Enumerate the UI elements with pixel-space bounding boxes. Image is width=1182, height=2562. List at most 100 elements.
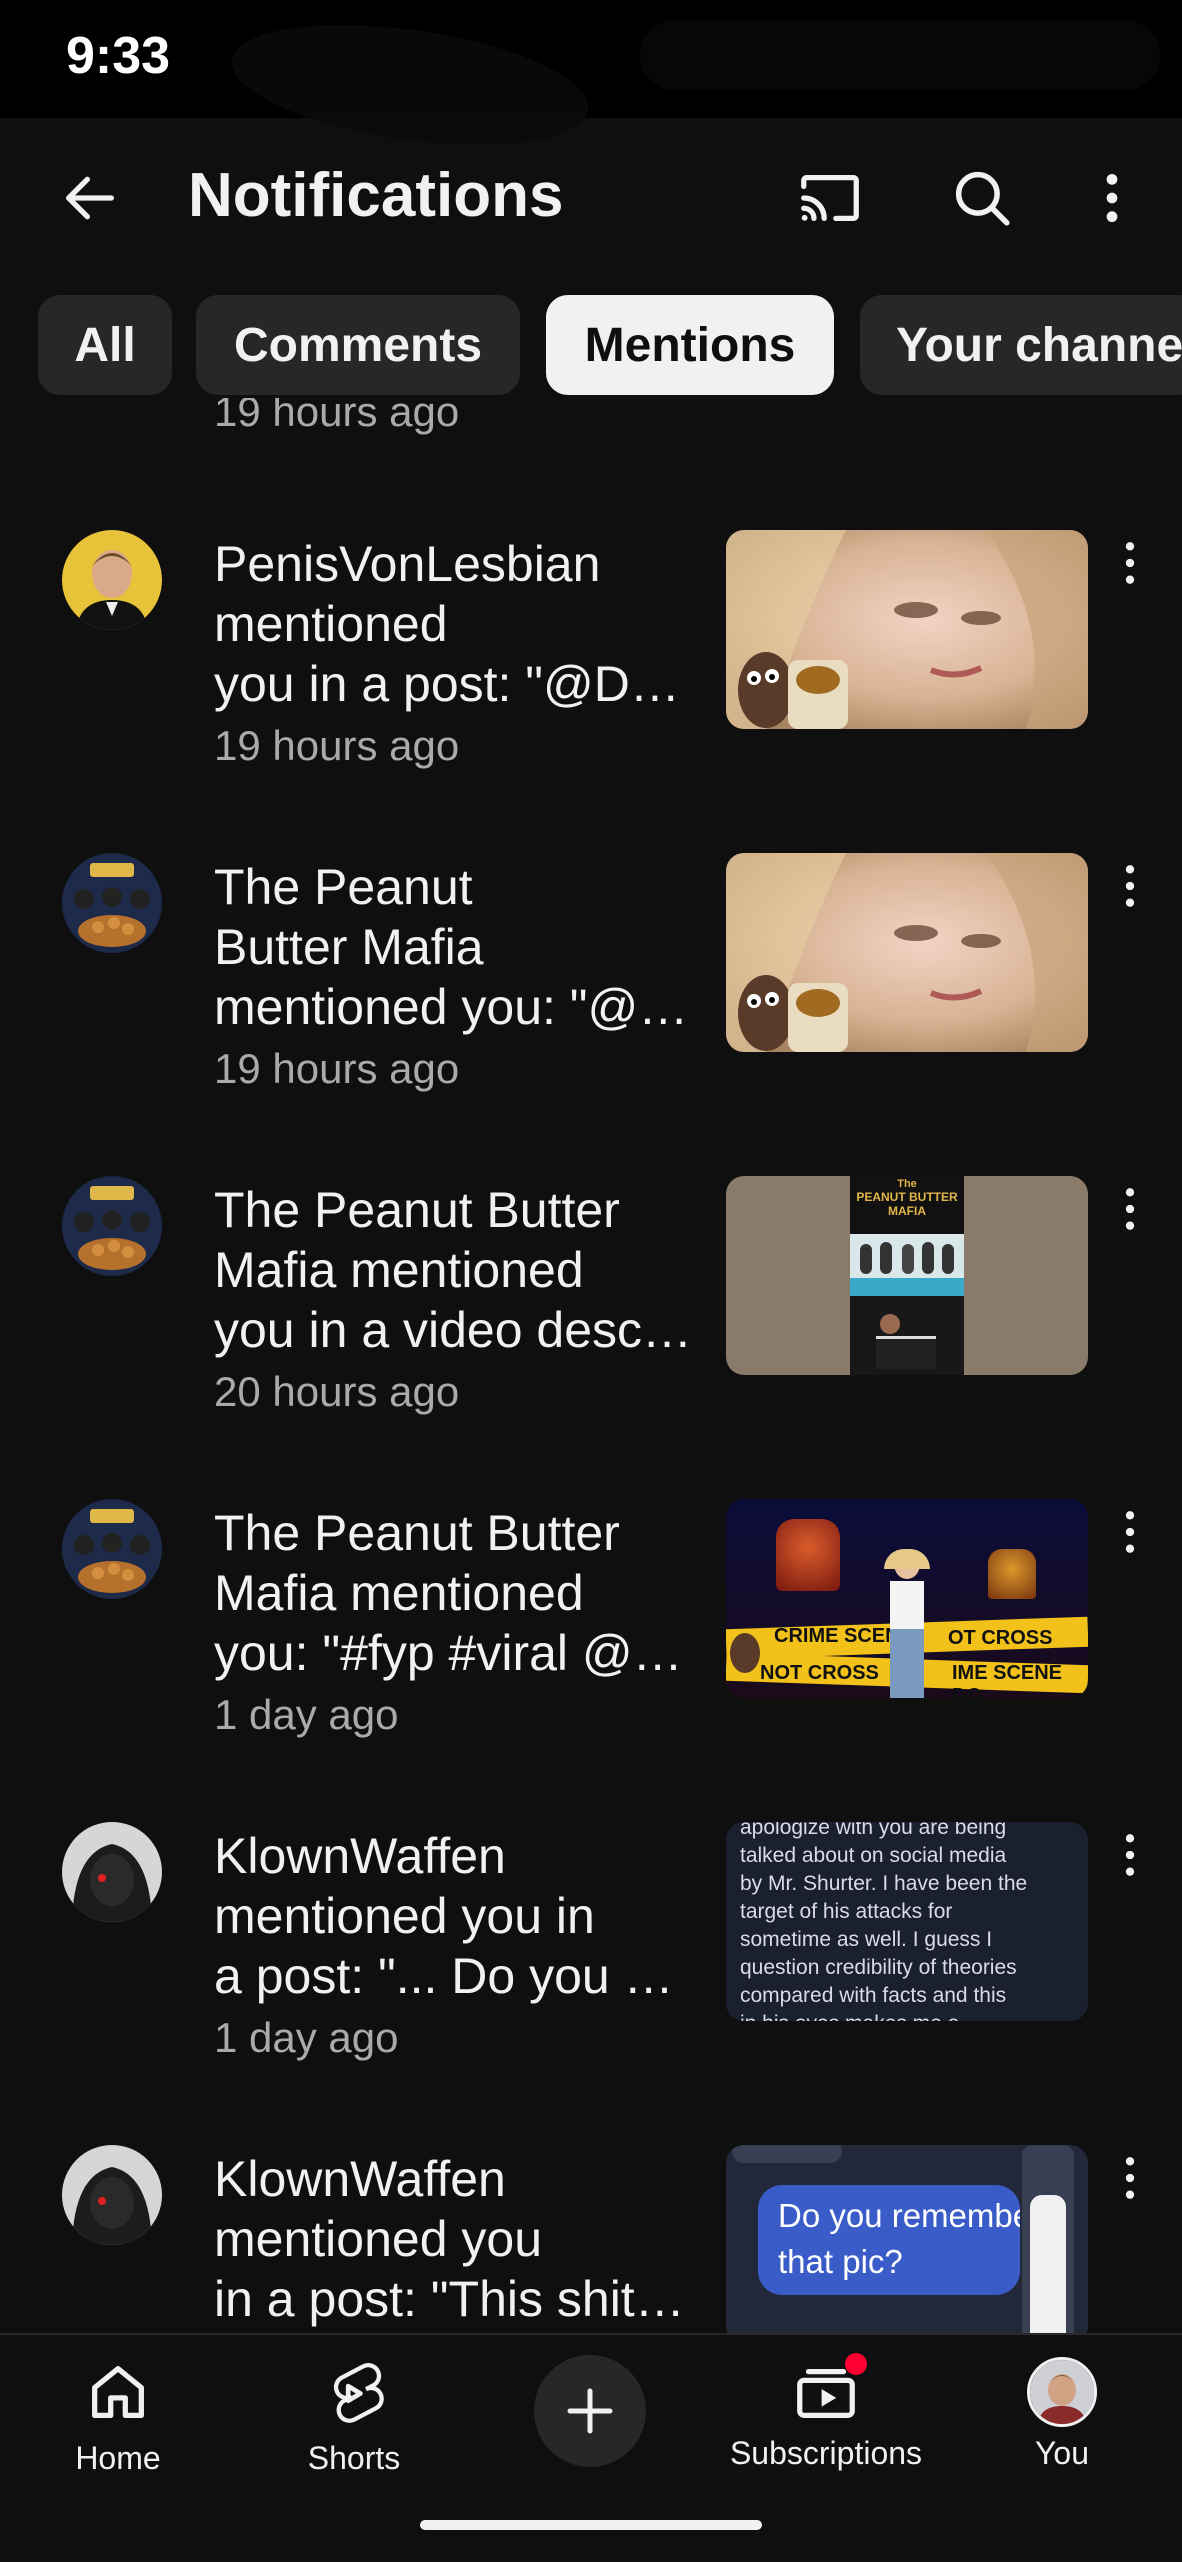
- create-button[interactable]: [534, 2355, 646, 2467]
- tape-text: OT CROSS: [948, 1627, 1053, 1649]
- notification-text: in a post: "This shit…: [214, 2271, 685, 2327]
- app-bar: Notifications: [0, 118, 1182, 278]
- search-button[interactable]: [938, 154, 1026, 242]
- notification-text: Mafia mentioned: [214, 1242, 584, 1298]
- chat-bubble-text: that pic?: [778, 2243, 903, 2280]
- avatar: [1027, 2357, 1097, 2427]
- notification-list: 19 hours ago PenisVonLesbian mentioned y…: [0, 398, 1182, 2333]
- notification-text: mentioned: [214, 596, 448, 652]
- notification-text: a post: "... Do you w…: [214, 1948, 704, 2004]
- notification-text: KlownWaffen: [214, 2151, 506, 2207]
- avatar: [62, 1176, 162, 1276]
- notification-text: KlownWaffen: [214, 1828, 506, 1884]
- arrow-left-icon: [66, 176, 114, 220]
- status-time: 9:33: [66, 27, 171, 85]
- post-thumbnail[interactable]: [726, 853, 1088, 1052]
- shorts-icon: [333, 2363, 384, 2423]
- notification-text: Butter Mafia: [214, 919, 484, 975]
- nav-you[interactable]: You: [962, 2357, 1162, 2472]
- bottom-navigation: Home Shorts Subscriptions You: [0, 2333, 1182, 2562]
- notification-item[interactable]: The Peanut Butter Mafia mentioned you: "…: [0, 1499, 1182, 1822]
- chip-all[interactable]: All: [38, 295, 172, 395]
- time-ago: 1 day ago: [214, 2014, 399, 2061]
- video-thumbnail[interactable]: The PEANUT BUTTER MAFIA: [726, 1176, 1088, 1375]
- notification-text: mentioned you: "@…: [214, 979, 689, 1035]
- chip-your-channel[interactable]: Your channe: [860, 295, 1182, 395]
- avatar: [62, 1822, 162, 1922]
- notification-item[interactable]: KlownWaffen mentioned you in a post: "Th…: [0, 2145, 1182, 2333]
- more-vertical-icon[interactable]: [1110, 861, 1150, 911]
- tape-text: NOT CROSS: [760, 1662, 879, 1684]
- nav-label: Shorts: [307, 2440, 401, 2476]
- page-title: Notifications: [188, 161, 564, 230]
- avatar: [62, 2145, 162, 2245]
- post-text: in his eyes makes me a: [740, 2010, 1080, 2021]
- notification-text: PenisVonLesbian: [214, 536, 601, 592]
- notification-text: The Peanut: [214, 859, 473, 915]
- cast-button[interactable]: [786, 154, 874, 242]
- status-bar: 9:33: [0, 0, 1182, 165]
- post-thumbnail[interactable]: [726, 530, 1088, 729]
- notification-text: you in a post: "@Da…: [214, 656, 704, 712]
- notification-text: The Peanut Butter: [214, 1505, 620, 1561]
- home-icon: [92, 2366, 144, 2418]
- time-ago: 1 day ago: [214, 1691, 399, 1738]
- more-vertical-icon: [1106, 173, 1118, 223]
- back-button[interactable]: [50, 158, 130, 238]
- video-thumbnail[interactable]: CRIME SCENE OT CROSS NOT CROSS IME SCENE…: [726, 1499, 1088, 1698]
- time-ago: 20 hours ago: [214, 1368, 460, 1415]
- chip-mentions[interactable]: Mentions: [546, 295, 834, 395]
- notification-text: mentioned you: [214, 2211, 543, 2267]
- nav-shorts[interactable]: Shorts: [254, 2357, 454, 2477]
- notification-item[interactable]: PenisVonLesbian mentioned you in a post:…: [0, 530, 1182, 853]
- more-vertical-icon[interactable]: [1110, 1507, 1150, 1557]
- notification-badge: [845, 2353, 867, 2375]
- notification-text: mentioned you in: [214, 1888, 595, 1944]
- post-thumbnail[interactable]: Do you remembe that pic?: [726, 2145, 1088, 2333]
- post-text: compared with facts and this: [740, 1984, 1007, 2007]
- time-ago: 19 hours ago: [214, 722, 460, 769]
- search-icon: [955, 171, 1010, 226]
- post-text: target of his attacks for: [740, 1900, 953, 1923]
- more-vertical-icon[interactable]: [1110, 538, 1150, 588]
- post-text: by Mr. Shurter. I have been the: [740, 1872, 1028, 1895]
- gesture-home-bar[interactable]: [420, 2520, 762, 2530]
- nav-label: Home: [75, 2440, 161, 2476]
- post-text: apologize with you are being: [740, 1822, 1007, 1839]
- nav-label: Subscriptions: [729, 2435, 923, 2471]
- post-text: question credibility of theories: [740, 1956, 1017, 1979]
- post-text: talked about on social media: [740, 1844, 1007, 1867]
- nav-label: You: [1035, 2435, 1089, 2471]
- thumbnail-title: PEANUT BUTTER: [856, 1190, 958, 1204]
- chip-comments[interactable]: Comments: [196, 295, 520, 395]
- notification-item[interactable]: KlownWaffen mentioned you in a post: "..…: [0, 1822, 1182, 2145]
- cast-icon: [801, 174, 859, 222]
- nav-subscriptions[interactable]: Subscriptions: [726, 2353, 926, 2472]
- notification-text: you in a video desc…: [214, 1302, 693, 1358]
- nav-home[interactable]: Home: [18, 2357, 218, 2477]
- filter-chips: All Comments Mentions Your channe: [0, 295, 1182, 395]
- thumbnail-frame: The PEANUT BUTTER MAFIA: [850, 1176, 964, 1375]
- notification-text: Mafia mentioned: [214, 1565, 584, 1621]
- plus-icon: [567, 2388, 613, 2434]
- notification-text: you: "#fyp #viral @…: [214, 1625, 683, 1681]
- post-text: sometime as well. I guess I: [740, 1928, 993, 1951]
- notification-item[interactable]: The Peanut Butter Mafia mentioned you in…: [0, 1176, 1182, 1499]
- more-vertical-icon[interactable]: [1110, 2153, 1150, 2203]
- notification-text: The Peanut Butter: [214, 1182, 620, 1238]
- post-thumbnail[interactable]: apologize with you are being talked abou…: [726, 1822, 1088, 2021]
- thumbnail-subtitle: MAFIA: [888, 1204, 926, 1218]
- time-ago: 19 hours ago: [214, 1045, 460, 1092]
- thumbnail-title: The: [897, 1178, 917, 1190]
- avatar: [62, 530, 162, 630]
- notification-item[interactable]: The Peanut Butter Mafia mentioned you: "…: [0, 853, 1182, 1176]
- more-vertical-icon[interactable]: [1110, 1830, 1150, 1880]
- more-options-button[interactable]: [1072, 154, 1152, 242]
- chat-bubble-text: Do you remembe: [778, 2197, 1020, 2234]
- redaction-scribble: [640, 20, 1160, 90]
- avatar: [62, 1499, 162, 1599]
- tape-text: IME SCENE DO: [952, 1662, 1063, 1698]
- time-ago: 19 hours ago: [214, 398, 460, 435]
- more-vertical-icon[interactable]: [1110, 1184, 1150, 1234]
- avatar: [62, 853, 162, 953]
